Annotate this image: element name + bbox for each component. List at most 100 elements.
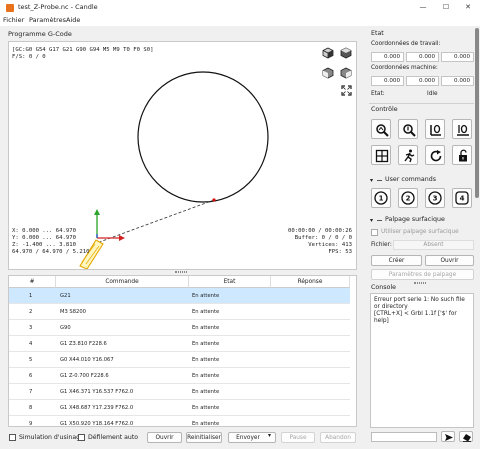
row-command: G0 X44.010 Y16.067 <box>60 357 114 363</box>
table-row[interactable]: 4 G1 Z3.810 F228.6 En attente <box>9 336 350 352</box>
right-panel-scrollbar[interactable] <box>475 28 479 198</box>
row-number: 5 <box>29 357 33 363</box>
right-splitter-handle[interactable] <box>414 282 426 284</box>
user-command-2-button[interactable]: 2 <box>398 188 418 208</box>
send-icon <box>445 434 453 441</box>
gcode-3d-view[interactable]: [GC:G0 G54 G17 G21 G90 G94 M5 M9 T0 F0 S… <box>8 41 357 270</box>
zero-xy-button[interactable] <box>425 119 445 139</box>
console-clear-button[interactable] <box>459 431 473 442</box>
restore-origin-button[interactable] <box>371 145 391 165</box>
console-line: Erreur port serie 1: No such file or dir… <box>374 297 465 310</box>
autoscroll-checkbox[interactable] <box>78 434 85 441</box>
control-section-title: Contrôle <box>371 106 398 113</box>
user-commands-title: User commands <box>385 176 437 183</box>
simulation-label: Simulation d'usinage <box>19 434 84 441</box>
heightmap-expand-icon[interactable]: ▾ <box>370 217 373 224</box>
zero-xy-icon <box>430 124 441 136</box>
table-row[interactable]: 2 M3 S8200 En attente <box>9 304 350 320</box>
dimensions-text: 64.970 / 64.970 / 5.210 <box>12 249 90 255</box>
divider <box>369 103 474 104</box>
console-line: [CTRL+X] < Grbl 1.1f ['$' for help] <box>374 311 457 324</box>
toolpath-circle <box>137 71 269 203</box>
safe-position-button[interactable] <box>398 145 418 165</box>
section-toggle-dash <box>377 220 382 221</box>
z-range-text: Z: -1.400 ... 3.810 <box>12 242 76 248</box>
console-send-button[interactable] <box>441 431 455 442</box>
reset-button[interactable]: Reinitialiser <box>186 432 222 443</box>
heightmap-title: Palpage surfacique <box>385 216 445 223</box>
path-endpoint-dot <box>212 198 216 202</box>
heightmap-open-button[interactable]: Ouvrir <box>425 255 474 266</box>
y-range-text: Y: 0.000 ... 64.970 <box>12 235 76 241</box>
heightmap-create-button[interactable]: Créer <box>371 255 422 266</box>
col-header-number[interactable]: # <box>9 276 56 288</box>
machine-coords-label: Coordonnées machine: <box>371 65 438 71</box>
view-splitter-handle[interactable] <box>175 271 187 273</box>
send-label: Envoyer <box>236 435 260 441</box>
table-row[interactable]: 7 G1 X46.371 Y16.537 F762.0 En attente <box>9 384 350 400</box>
status-value: Idle <box>427 91 438 97</box>
heightmap-file-field: Absent <box>393 240 474 250</box>
work-x-field: 0.000 <box>371 52 404 62</box>
user-command-3-button[interactable]: 3 <box>425 188 445 208</box>
close-button[interactable]: ✕ <box>458 1 478 13</box>
row-state: En attente <box>192 421 220 427</box>
minimize-button[interactable]: — <box>413 1 433 13</box>
zero-z-icon <box>457 124 469 136</box>
pause-button[interactable]: Pause <box>281 432 315 443</box>
row-number: 2 <box>29 309 33 315</box>
crosshair-icon <box>375 149 389 163</box>
gcode-panel-title: Programme G-Code <box>8 30 72 38</box>
window-title: test_Z-Probe.nc - Candle <box>18 3 98 11</box>
console-title: Console <box>371 284 396 291</box>
table-row[interactable]: 5 G0 X44.010 Y16.067 En attente <box>9 352 350 368</box>
probe-settings-button[interactable]: Paramètres de palpage <box>371 269 474 280</box>
simulation-checkbox[interactable] <box>9 434 16 441</box>
reset-controller-button[interactable] <box>425 145 445 165</box>
user-command-1-label: 1 <box>379 195 384 203</box>
user-commands-expand-icon[interactable]: ▾ <box>370 177 373 184</box>
use-heightmap-checkbox[interactable] <box>371 229 378 236</box>
zero-z-button[interactable] <box>452 119 472 139</box>
table-row[interactable]: 3 G90 En attente <box>9 320 350 336</box>
abort-button[interactable]: Abandon <box>320 432 356 443</box>
table-row[interactable]: 8 G1 X48.687 Y17.239 F762.0 En attente <box>9 400 350 416</box>
open-button[interactable]: Ouvrir <box>147 432 182 443</box>
menu-fichier[interactable]: Fichier <box>3 16 24 24</box>
console-output[interactable]: Erreur port serie 1: No such file or dir… <box>370 293 474 428</box>
send-dropdown-arrow-icon[interactable]: ▾ <box>268 432 271 439</box>
home-button[interactable] <box>371 119 391 139</box>
menu-aide[interactable]: Aide <box>66 16 80 24</box>
row-number: 8 <box>29 405 33 411</box>
col-header-state[interactable]: Etat <box>189 276 271 288</box>
maximize-button[interactable]: ☐ <box>436 1 456 13</box>
gcode-table: # Commande Etat Réponse 1 G21 En attente 2 M… <box>8 275 357 427</box>
col-header-command[interactable]: Commande <box>56 276 189 288</box>
table-row[interactable]: 9 G1 X50.920 Y18.164 F762.0 En attente <box>9 416 350 427</box>
work-z-field: 0.000 <box>441 52 474 62</box>
row-state: En attente <box>192 357 220 363</box>
row-state: En attente <box>192 309 220 315</box>
use-heightmap-label: Utiliser palpage surfacique <box>381 229 459 235</box>
work-coords-label: Coordonnées de travail: <box>371 41 441 47</box>
user-command-1-button[interactable]: 1 <box>371 188 391 208</box>
machine-y-field: 0.000 <box>406 76 439 86</box>
row-state: En attente <box>192 373 220 379</box>
user-command-4-button[interactable]: 4 <box>452 188 472 208</box>
section-toggle-dash <box>377 180 382 181</box>
row-command: G1 X50.920 Y18.164 F762.0 <box>60 421 134 427</box>
menu-parametres[interactable]: Paramètres <box>29 16 66 24</box>
table-row[interactable]: 1 G21 En attente <box>9 288 350 304</box>
fps-text: FPS: 53 <box>328 249 352 255</box>
row-command: M3 S8200 <box>60 309 86 315</box>
probe-button[interactable] <box>398 119 418 139</box>
row-command: G21 <box>60 293 71 299</box>
unlock-button[interactable] <box>452 145 472 165</box>
console-text: Erreur port serie 1: No such file or dir… <box>374 297 472 325</box>
table-row[interactable]: 6 G1 Z-0.700 F228.6 En attente <box>9 368 350 384</box>
col-header-response[interactable]: Réponse <box>271 276 350 288</box>
running-man-icon <box>404 149 415 163</box>
row-command: G1 X48.687 Y17.239 F762.0 <box>60 405 134 411</box>
console-command-input[interactable] <box>371 432 437 442</box>
buffer-text: Buffer: 0 / 0 / 0 <box>294 235 352 241</box>
